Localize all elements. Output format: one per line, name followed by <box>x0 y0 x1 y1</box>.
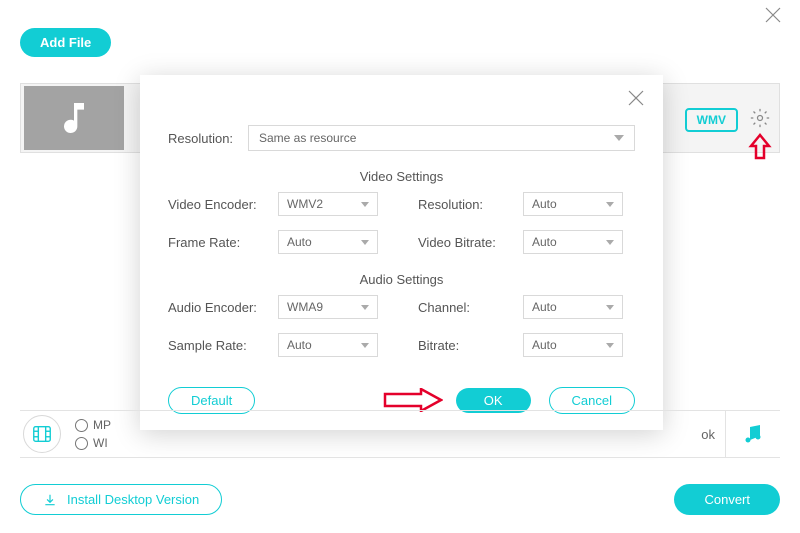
chevron-down-icon <box>614 135 624 141</box>
frame-rate-select[interactable]: Auto <box>278 230 378 254</box>
audio-bitrate-label: Bitrate: <box>418 338 523 353</box>
format-radio-1[interactable]: MP <box>75 416 111 434</box>
settings-modal: Resolution: Same as resource Video Setti… <box>140 75 663 430</box>
chevron-down-icon <box>361 343 369 348</box>
install-desktop-button[interactable]: Install Desktop Version <box>20 484 222 515</box>
sample-rate-select[interactable]: Auto <box>278 333 378 357</box>
format-badge[interactable]: WMV <box>685 108 738 132</box>
video-bitrate-select[interactable]: Auto <box>523 230 623 254</box>
gear-icon[interactable] <box>750 108 770 128</box>
modal-close-icon[interactable] <box>627 89 645 113</box>
channel-value: Auto <box>532 300 557 314</box>
video-encoder-label: Video Encoder: <box>168 197 278 212</box>
video-bitrate-value: Auto <box>532 235 557 249</box>
format-radio-group: MP WI <box>75 416 111 452</box>
video-settings-heading: Video Settings <box>168 169 635 184</box>
chevron-down-icon <box>361 202 369 207</box>
file-thumbnail <box>24 86 124 150</box>
video-resolution-select[interactable]: Auto <box>523 192 623 216</box>
video-resolution-label: Resolution: <box>418 197 523 212</box>
video-encoder-select[interactable]: WMV2 <box>278 192 378 216</box>
audio-encoder-label: Audio Encoder: <box>168 300 278 315</box>
chevron-down-icon <box>606 343 614 348</box>
chevron-down-icon <box>606 202 614 207</box>
sample-rate-label: Sample Rate: <box>168 338 278 353</box>
resolution-main-value: Same as resource <box>259 131 356 145</box>
download-icon <box>43 493 57 507</box>
chevron-down-icon <box>361 240 369 245</box>
channel-select[interactable]: Auto <box>523 295 623 319</box>
chevron-down-icon <box>606 305 614 310</box>
audio-bitrate-select[interactable]: Auto <box>523 333 623 357</box>
resolution-main-label: Resolution: <box>168 131 248 146</box>
bottom-bar: MP WI ok <box>20 410 780 458</box>
bottom-ok-text: ok <box>701 427 725 442</box>
audio-settings-heading: Audio Settings <box>168 272 635 287</box>
audio-bitrate-value: Auto <box>532 338 557 352</box>
footer: Install Desktop Version Convert <box>20 484 780 515</box>
video-encoder-value: WMV2 <box>287 197 323 211</box>
chevron-down-icon <box>606 240 614 245</box>
frame-rate-label: Frame Rate: <box>168 235 278 250</box>
sample-rate-value: Auto <box>287 338 312 352</box>
audio-output-icon[interactable] <box>725 411 780 457</box>
convert-button[interactable]: Convert <box>674 484 780 515</box>
format-radio-2-label: WI <box>93 434 108 452</box>
close-icon[interactable] <box>764 6 782 30</box>
chevron-down-icon <box>361 305 369 310</box>
channel-label: Channel: <box>418 300 523 315</box>
audio-encoder-value: WMA9 <box>287 300 323 314</box>
frame-rate-value: Auto <box>287 235 312 249</box>
add-file-button[interactable]: Add File <box>20 28 111 57</box>
format-radio-2[interactable]: WI <box>75 434 111 452</box>
audio-encoder-select[interactable]: WMA9 <box>278 295 378 319</box>
install-desktop-label: Install Desktop Version <box>67 492 199 507</box>
video-resolution-value: Auto <box>532 197 557 211</box>
format-radio-1-label: MP <box>93 416 111 434</box>
video-output-icon[interactable] <box>23 415 61 453</box>
resolution-main-select[interactable]: Same as resource <box>248 125 635 151</box>
annotation-arrow-gear <box>746 132 774 165</box>
music-note-icon <box>54 98 94 138</box>
video-bitrate-label: Video Bitrate: <box>418 235 523 250</box>
